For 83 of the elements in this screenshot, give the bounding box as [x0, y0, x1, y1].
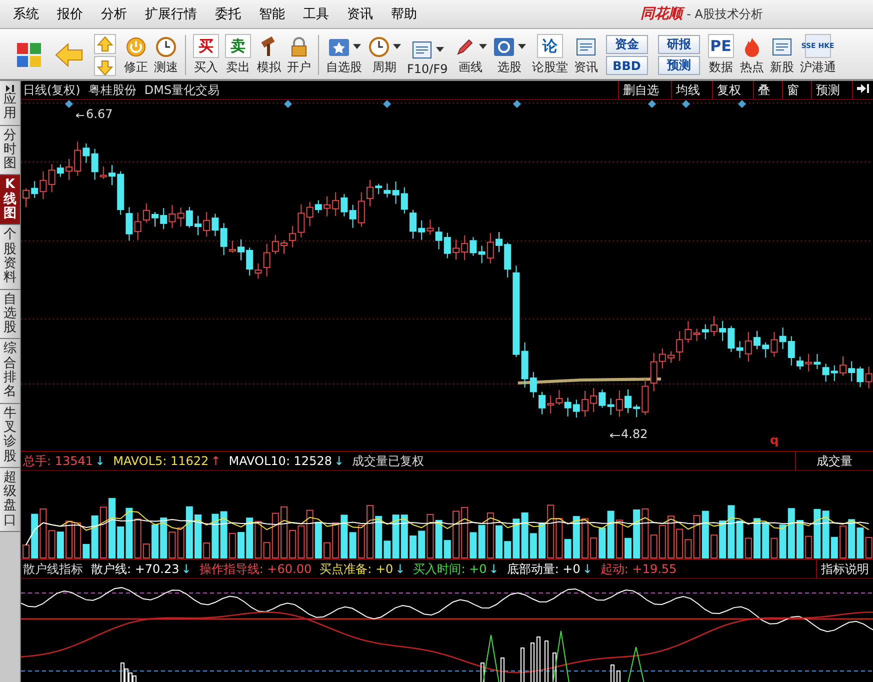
- clock-icon: [155, 36, 177, 58]
- indicator-name: 散户线指标: [23, 560, 83, 578]
- menu-item[interactable]: 工具: [294, 5, 338, 23]
- legend-item: 买点准备: +0: [320, 560, 394, 578]
- marker-letter: q: [770, 433, 779, 447]
- toolbar-button[interactable]: 模拟: [255, 31, 283, 79]
- previous-button[interactable]: [94, 34, 116, 54]
- expand-icon: [5, 84, 15, 93]
- toolbar-button[interactable]: 热点: [738, 31, 766, 79]
- menu-item[interactable]: 报价: [48, 5, 92, 23]
- stock-name: 粤桂股份: [88, 82, 136, 98]
- toolbar-button[interactable]: 测速: [152, 31, 180, 79]
- app-logo: 同花顺: [640, 5, 683, 23]
- toolbar-button[interactable]: 开户: [285, 31, 313, 79]
- trend-arrow: ↓: [334, 454, 344, 468]
- side-tab[interactable]: 分时图: [0, 126, 20, 176]
- trend-arrow: ↓: [488, 562, 499, 576]
- menu-item[interactable]: 系统: [4, 5, 48, 23]
- toolbar-button[interactable]: 资金: [606, 35, 648, 54]
- legend-item: 操作指导线: +60.00: [199, 560, 312, 578]
- toolbar-button[interactable]: 买 买入: [191, 31, 221, 79]
- window-title: - A股技术分析: [686, 6, 763, 22]
- menu-item[interactable]: 帮助: [382, 5, 426, 23]
- leader-line: [610, 433, 620, 438]
- side-tab[interactable]: 应用: [0, 81, 20, 126]
- legend-item: 底部动量: +0: [506, 560, 580, 578]
- toolbar-button[interactable]: 选股: [490, 31, 528, 79]
- legend-item: 起动: +19.55: [600, 560, 677, 578]
- next-button[interactable]: [94, 56, 116, 76]
- legend-item: MAVOL10: 12528: [228, 454, 332, 468]
- target-icon: [492, 36, 515, 58]
- toolbar-button[interactable]: BBD: [606, 56, 648, 75]
- up-arrow-icon: [96, 35, 114, 53]
- legend-item: MAVOL5: 11622: [113, 454, 209, 468]
- doc-icon: [770, 36, 793, 58]
- side-tab[interactable]: 综合排名: [0, 339, 20, 404]
- trend-arrow: ↓: [181, 562, 192, 576]
- legend-item: 散户线: +70.23: [91, 560, 180, 578]
- trend-arrow: ↓: [95, 454, 106, 468]
- menu-item[interactable]: 分析: [92, 5, 136, 23]
- power-icon: [125, 36, 147, 58]
- clock-icon: [368, 36, 390, 58]
- toolbar-button[interactable]: 新股: [768, 31, 796, 79]
- toolbar-button[interactable]: 画线: [452, 31, 489, 79]
- glyph-icon: 卖: [225, 34, 251, 58]
- side-tab[interactable]: K线图: [0, 175, 20, 226]
- side-tab[interactable]: 个股资料: [0, 225, 20, 290]
- side-tab[interactable]: 牛叉诊股: [0, 404, 20, 468]
- legend-item: 总手: 13541: [23, 452, 94, 470]
- trend-arrow: ↓: [582, 562, 592, 576]
- doc-icon: [574, 36, 597, 58]
- doc-icon: [410, 39, 433, 61]
- trend-arrow: ↑: [210, 454, 221, 468]
- trend-arrow: ↓: [395, 562, 406, 576]
- menu-item[interactable]: 委托: [206, 5, 250, 23]
- toolbar-button[interactable]: 资讯: [572, 31, 600, 79]
- high-price-label: 6.67: [86, 107, 113, 121]
- side-tab[interactable]: 超级盘口: [0, 468, 20, 532]
- toolbar-button[interactable]: PE 数据: [706, 31, 736, 79]
- low-price-label: 4.82: [621, 427, 648, 441]
- formula-name: DMS量化交易: [144, 82, 220, 98]
- toolbar-button[interactable]: 修正: [122, 31, 150, 79]
- toolbar-button[interactable]: 研报: [658, 35, 700, 54]
- period-label: 日线(复权): [23, 82, 80, 98]
- toolbar-button[interactable]: F10/F9: [405, 31, 450, 79]
- toolbar-button[interactable]: 卖 卖出: [223, 31, 253, 79]
- toolbar-button[interactable]: 自选股: [324, 31, 364, 79]
- menu-item[interactable]: 智能: [250, 5, 294, 23]
- volume-note: 成交量已复权: [352, 452, 424, 470]
- left-arrow-icon: [54, 42, 84, 68]
- toolbar-button[interactable]: 预测: [658, 56, 700, 75]
- toolbar-button[interactable]: 周期: [366, 31, 403, 79]
- leader-line: [76, 113, 84, 118]
- side-tab[interactable]: 自选股: [0, 290, 20, 340]
- glyph-icon: 论: [536, 34, 563, 58]
- tiles-icon: [16, 42, 42, 68]
- glyph-icon: PE: [708, 34, 734, 58]
- arrow-to-edge-icon: [857, 83, 869, 94]
- menu-item[interactable]: 扩展行情: [136, 5, 206, 23]
- toolbar-button[interactable]: 论 论股堂: [530, 31, 570, 79]
- legend-item: 买入时间: +0: [413, 560, 487, 578]
- menu-item[interactable]: 资讯: [338, 5, 382, 23]
- glyph-icon: 买: [193, 34, 219, 58]
